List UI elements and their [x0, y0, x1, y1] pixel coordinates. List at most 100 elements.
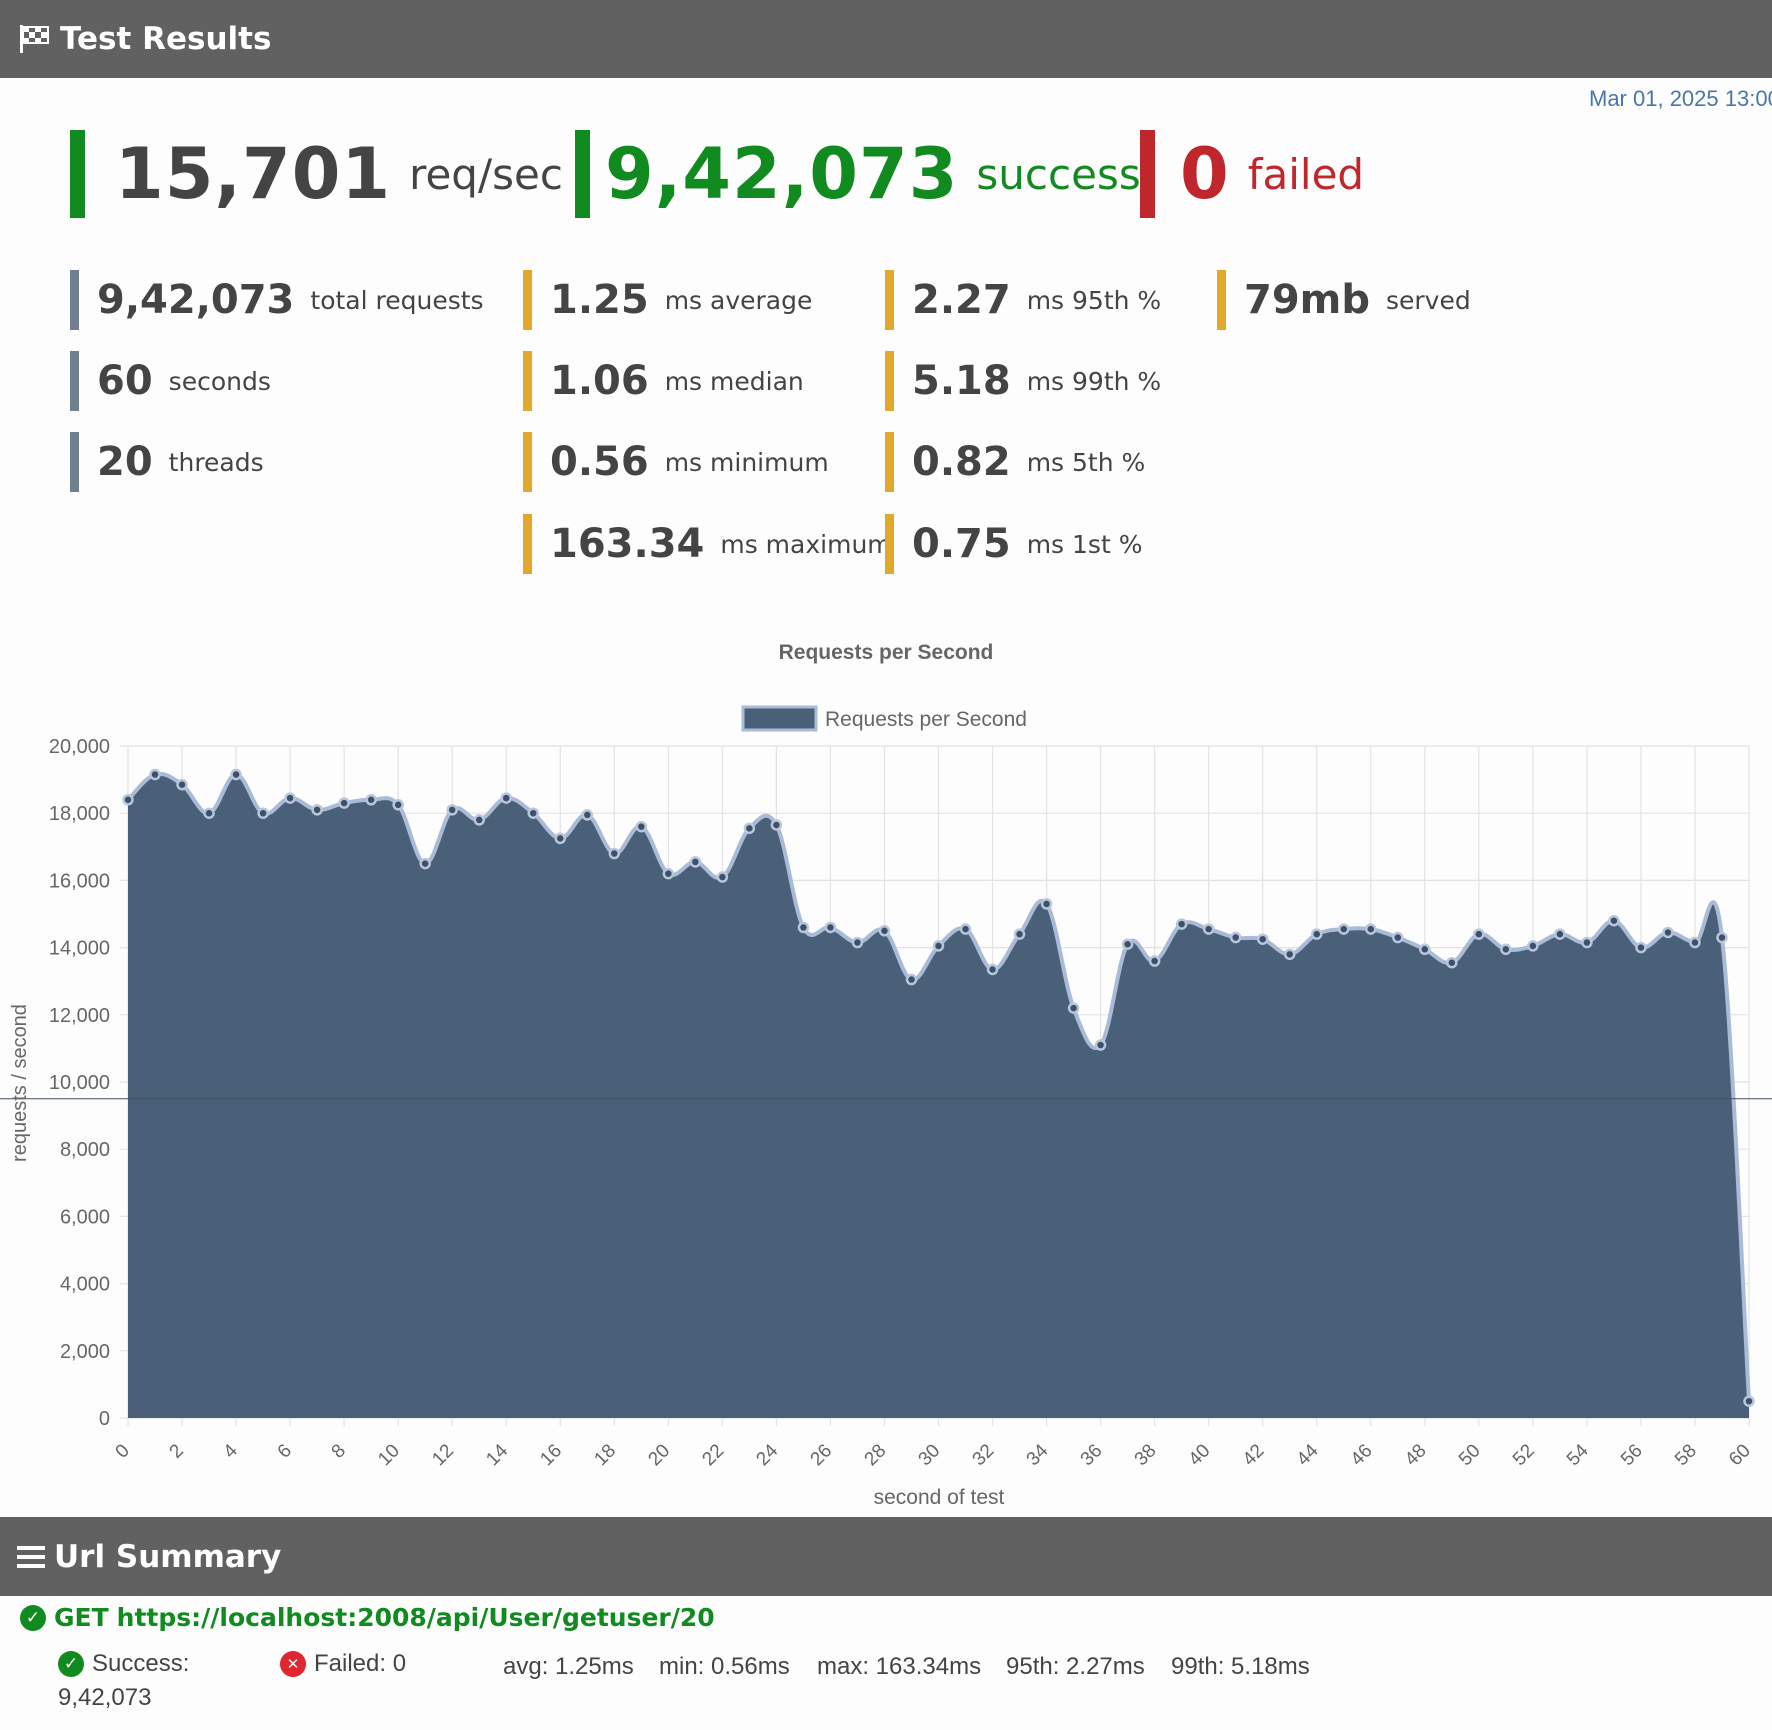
data-point[interactable] — [554, 832, 567, 845]
data-point[interactable] — [1500, 943, 1512, 956]
x-tick-label: 46 — [1347, 1440, 1377, 1470]
headline-success: 9,42,073 success — [575, 130, 1141, 218]
data-point[interactable] — [1283, 948, 1296, 961]
data-point[interactable] — [1581, 936, 1593, 949]
page-title: Test Results — [60, 21, 272, 57]
y-axis-label: requests / second — [9, 1004, 31, 1162]
x-tick-label: 40 — [1185, 1440, 1215, 1470]
data-point[interactable] — [203, 807, 215, 819]
data-point[interactable] — [1338, 923, 1350, 935]
data-point[interactable] — [1202, 923, 1215, 935]
stat-label: served — [1385, 285, 1471, 315]
data-point[interactable] — [959, 923, 972, 935]
success-label: success — [976, 149, 1141, 199]
data-point[interactable] — [608, 847, 621, 860]
data-point[interactable] — [1716, 931, 1728, 944]
stat-p5: 0.82 ms 5th % — [885, 432, 1145, 492]
stat-label: ms 99th % — [1026, 366, 1162, 396]
data-point[interactable] — [230, 768, 242, 781]
data-point[interactable] — [1527, 940, 1539, 952]
data-point[interactable] — [824, 921, 837, 934]
stat-total-requests: 9,42,073 total requests — [70, 270, 484, 330]
data-point[interactable] — [986, 963, 999, 976]
requests-per-second-chart: Requests per Second Requests per Second … — [0, 641, 1772, 1509]
data-point[interactable] — [257, 807, 269, 819]
data-point[interactable] — [1446, 956, 1458, 969]
x-tick-label: 26 — [807, 1440, 837, 1470]
stat-value: 1.06 — [550, 358, 649, 404]
data-point[interactable] — [338, 797, 350, 809]
data-point[interactable] — [419, 857, 431, 870]
data-point[interactable] — [932, 940, 945, 952]
data-point[interactable] — [1554, 928, 1566, 940]
x-tick-label: 32 — [969, 1440, 999, 1470]
data-point[interactable] — [797, 921, 810, 934]
data-point[interactable] — [662, 867, 675, 880]
x-axis-label: second of test — [874, 1486, 1005, 1509]
x-tick-label: 20 — [644, 1440, 674, 1470]
data-point[interactable] — [1121, 938, 1134, 950]
data-point[interactable] — [1473, 928, 1485, 940]
data-point[interactable] — [446, 804, 458, 816]
x-tick-label: 18 — [590, 1440, 620, 1470]
data-point[interactable] — [689, 856, 702, 868]
data-point[interactable] — [1094, 1039, 1107, 1051]
data-point[interactable] — [284, 792, 296, 804]
data-point[interactable] — [473, 814, 485, 826]
stat-value: 20 — [97, 439, 153, 485]
data-point[interactable] — [1013, 928, 1026, 940]
stat-value: 2.27 — [912, 277, 1011, 323]
data-point[interactable] — [1662, 926, 1674, 939]
data-point[interactable] — [1608, 914, 1620, 927]
data-point[interactable] — [1743, 1395, 1755, 1407]
data-point[interactable] — [1229, 931, 1242, 944]
legend-label[interactable]: Requests per Second — [825, 708, 1027, 731]
data-point[interactable] — [527, 807, 539, 819]
data-point[interactable] — [878, 925, 891, 937]
url-entry[interactable]: ✓ GET https://localhost:2008/api/User/ge… — [20, 1603, 715, 1632]
data-point[interactable] — [392, 799, 404, 811]
stat-median: 1.06 ms median — [523, 351, 804, 411]
stat-value: 60 — [97, 358, 153, 404]
y-axis-ticks: 0 2,000 4,000 6,000 8,000 10,000 12,000 14,000 1… — [49, 736, 110, 1430]
data-point[interactable] — [905, 973, 918, 986]
rps-value: 15,701 — [115, 133, 392, 215]
data-point[interactable] — [365, 794, 377, 806]
x-tick-label: 58 — [1671, 1440, 1701, 1470]
x-tick-label: 56 — [1617, 1440, 1647, 1470]
data-point[interactable] — [581, 809, 594, 821]
data-point[interactable] — [716, 871, 729, 883]
data-point[interactable] — [1040, 898, 1053, 910]
data-point[interactable] — [311, 804, 323, 816]
data-point[interactable] — [1635, 941, 1647, 954]
data-point[interactable] — [770, 819, 783, 831]
data-point[interactable] — [500, 792, 512, 804]
y-tick-label: 8,000 — [60, 1139, 110, 1161]
headline-rps: 15,701 req/sec — [70, 130, 563, 218]
url-avg: avg: 1.25ms — [503, 1653, 634, 1680]
url-max: max: 163.34ms — [817, 1653, 982, 1680]
data-point[interactable] — [1310, 928, 1323, 940]
data-point[interactable] — [122, 794, 134, 806]
data-point[interactable] — [1392, 931, 1404, 944]
data-point[interactable] — [176, 778, 188, 791]
data-point[interactable] — [1067, 1002, 1080, 1014]
url-text[interactable]: https://localhost:2008/api/User/getuser/… — [117, 1603, 715, 1632]
legend-swatch[interactable] — [741, 705, 818, 732]
data-point[interactable] — [851, 936, 864, 949]
data-point[interactable] — [149, 768, 161, 781]
data-point[interactable] — [1689, 936, 1701, 949]
y-tick-label: 16,000 — [49, 870, 110, 892]
stat-accent-bar — [885, 432, 894, 492]
stat-maximum: 163.34 ms maximum — [523, 514, 892, 574]
data-point[interactable] — [1256, 933, 1269, 945]
data-point[interactable] — [1419, 943, 1431, 956]
data-point[interactable] — [743, 822, 756, 835]
x-tick-label: 28 — [861, 1440, 891, 1470]
data-point[interactable] — [1148, 955, 1161, 967]
data-point[interactable] — [1175, 918, 1188, 930]
http-method: GET — [54, 1603, 109, 1632]
data-point[interactable] — [1365, 923, 1377, 935]
stat-label: ms 5th % — [1026, 447, 1146, 477]
data-point[interactable] — [635, 820, 648, 833]
